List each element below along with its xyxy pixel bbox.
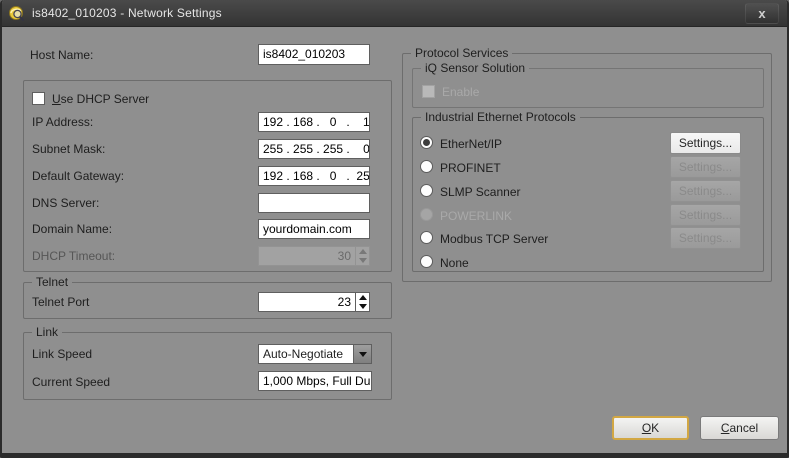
dhcp-timeout-spinner — [356, 246, 370, 266]
powerlink-settings-button: Settings... — [670, 204, 741, 226]
spin-down-icon[interactable] — [356, 302, 369, 311]
default-gateway-input[interactable]: 192 . 168 . 0 . 254 — [258, 166, 370, 186]
app-sensor-icon — [8, 5, 25, 22]
cancel-button[interactable]: Cancel — [700, 416, 779, 440]
use-dhcp-checkbox[interactable] — [32, 92, 45, 105]
title-bar[interactable]: is8402_010203 - Network Settings x — [0, 0, 789, 27]
radio-modbus-tcp-label[interactable]: Modbus TCP Server — [440, 232, 548, 246]
dns-server-label: DNS Server: — [32, 196, 99, 210]
radio-none-label[interactable]: None — [440, 256, 469, 270]
telnet-group-label: Telnet — [32, 275, 72, 289]
profinet-settings-button: Settings... — [670, 156, 741, 178]
chevron-down-icon[interactable] — [353, 345, 371, 363]
link-speed-label: Link Speed — [32, 347, 92, 361]
link-speed-dropdown[interactable]: Auto-Negotiate — [258, 344, 372, 364]
radio-profinet[interactable] — [420, 160, 433, 173]
domain-name-input[interactable]: yourdomain.com — [258, 219, 370, 239]
link-group-label: Link — [32, 325, 62, 339]
iq-enable-label: Enable — [442, 85, 479, 99]
radio-powerlink — [420, 208, 433, 221]
ok-button[interactable]: OK — [612, 416, 689, 440]
subnet-mask-label: Subnet Mask: — [32, 142, 105, 156]
radio-modbus-tcp[interactable] — [420, 231, 433, 244]
network-settings-dialog: is8402_010203 - Network Settings x Host … — [0, 0, 789, 458]
spin-down-icon — [356, 256, 369, 265]
radio-slmp-scanner[interactable] — [420, 184, 433, 197]
radio-ethernet-ip[interactable] — [420, 136, 433, 149]
window-title: is8402_010203 - Network Settings — [32, 6, 222, 20]
ip-address-label: IP Address: — [32, 115, 93, 129]
radio-profinet-label[interactable]: PROFINET — [440, 161, 501, 175]
modbus-settings-button: Settings... — [670, 227, 741, 249]
protocol-services-label: Protocol Services — [411, 46, 512, 60]
subnet-mask-input[interactable]: 255 . 255 . 255 . 0 — [258, 139, 370, 159]
radio-none[interactable] — [420, 255, 433, 268]
host-name-input[interactable]: is8402_010203 — [258, 44, 370, 65]
spin-up-icon — [356, 247, 369, 256]
telnet-port-label: Telnet Port — [32, 295, 89, 309]
link-speed-value: Auto-Negotiate — [259, 345, 353, 363]
ethernet-ip-settings-button[interactable]: Settings... — [670, 132, 741, 154]
host-name-label: Host Name: — [30, 48, 93, 62]
dns-server-input[interactable]: 192 . 168 . 0 . 2 — [258, 193, 370, 213]
domain-name-label: Domain Name: — [32, 222, 112, 236]
telnet-port-input[interactable]: 23 — [258, 292, 356, 312]
current-speed-input[interactable]: 1,000 Mbps, Full Dup — [258, 371, 372, 391]
industrial-protocols-label: Industrial Ethernet Protocols — [421, 110, 580, 124]
iq-sensor-label: iQ Sensor Solution — [421, 61, 529, 75]
radio-ethernet-ip-label[interactable]: EtherNet/IP — [440, 137, 502, 151]
spin-up-icon[interactable] — [356, 293, 369, 302]
radio-slmp-scanner-label[interactable]: SLMP Scanner — [440, 185, 521, 199]
slmp-settings-button: Settings... — [670, 180, 741, 202]
default-gateway-label: Default Gateway: — [32, 169, 124, 183]
dhcp-timeout-label: DHCP Timeout: — [32, 249, 115, 263]
radio-powerlink-label: POWERLINK — [440, 209, 512, 223]
use-dhcp-label[interactable]: Use DHCP Server — [52, 92, 149, 106]
telnet-port-spinner[interactable] — [356, 292, 370, 312]
current-speed-label: Current Speed — [32, 375, 110, 389]
iq-enable-checkbox — [422, 85, 435, 98]
close-icon[interactable]: x — [745, 3, 779, 24]
dhcp-timeout-input: 30 — [258, 246, 356, 266]
ip-address-input[interactable]: 192 . 168 . 0 . 1 — [258, 112, 370, 132]
